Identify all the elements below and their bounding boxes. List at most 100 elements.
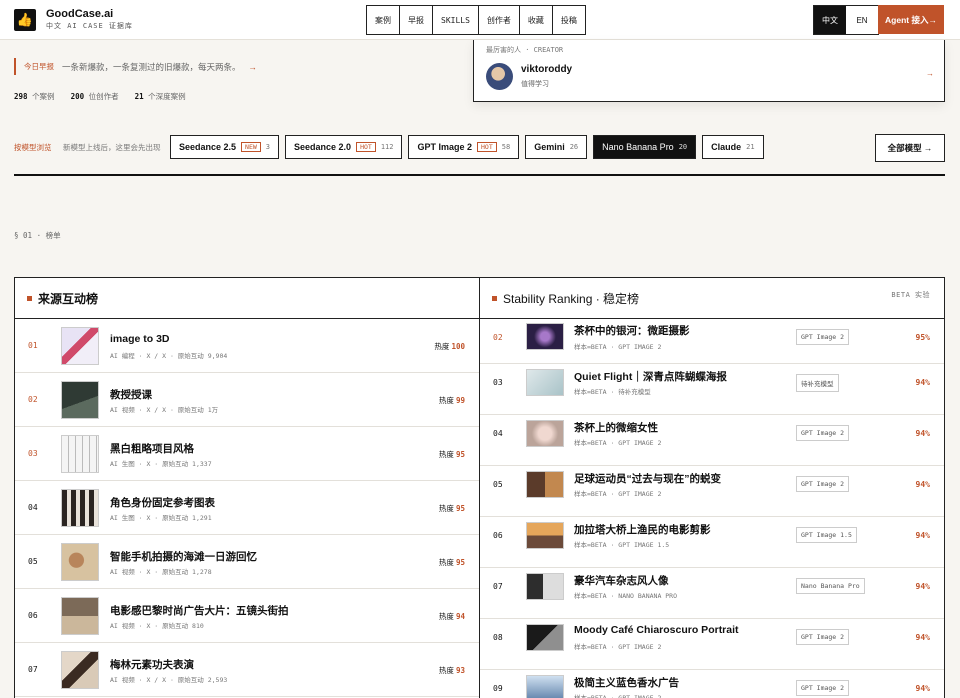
heat-label: 热度 (438, 504, 454, 513)
case-title[interactable]: image to 3D (110, 333, 170, 345)
case-thumbnail[interactable] (61, 327, 99, 365)
nav-cases[interactable]: 案例 (367, 6, 400, 34)
nav-favorites[interactable]: 收藏 (520, 6, 553, 34)
list-item[interactable]: 04 角色身份固定参考图表 AI 生图 · X · 原始互动 1,291 热度 95 (15, 481, 479, 535)
list-item[interactable]: 08 Moody Café Chiaroscuro Portrait 样本=BETA… (480, 619, 944, 670)
case-title[interactable]: Moody Café Chiaroscuro Portrait (574, 624, 739, 636)
case-thumbnail[interactable] (526, 573, 564, 600)
rank-number: 03 (493, 378, 503, 387)
list-item[interactable]: 07 梅林元素功夫表演 AI 视频 · X / X · 原始互动 2,593 热度 9… (15, 643, 479, 697)
model-chip-gemini[interactable]: Gemini 26 (525, 135, 588, 159)
case-title[interactable]: 加拉塔大桥上渔民的电影剪影 (574, 522, 711, 537)
main-nav: 案例 早报 SKILLS 创作者 收藏 投稿 (366, 5, 586, 35)
case-title[interactable]: 黑白粗略项目风格 (110, 441, 194, 456)
nav-creators[interactable]: 创作者 (479, 6, 520, 34)
case-thumbnail[interactable] (61, 651, 99, 689)
heat-label: 热度 (438, 396, 454, 405)
stat-creators: 200 位创作者 (70, 92, 119, 101)
model-tag[interactable]: GPT Image 1.5 (796, 527, 857, 543)
rank-number: 02 (28, 395, 38, 404)
list-item[interactable]: 02 茶杯中的银河：微距摄影 样本=BETA · GPT IMAGE 2 GPT Im… (480, 319, 944, 364)
stability-percent: 94% (915, 684, 930, 693)
rank-number: 05 (28, 557, 38, 566)
top-bar: 👍 GoodCase.ai 中文 AI CASE 证据库 案例 早报 SKILL… (0, 0, 960, 40)
rank-number: 07 (493, 582, 503, 591)
list-item[interactable]: 07 豪华汽车杂志风人像 样本=BETA · NANO BANANA PRO Nano… (480, 568, 944, 619)
thumbs-up-icon[interactable]: 👍 (14, 9, 36, 31)
list-item[interactable]: 03 Quiet Flight｜深青点阵蝴蝶海报 样本=BETA · 待补充模型 待补… (480, 364, 944, 415)
model-tag[interactable]: 待补充模型 (796, 374, 839, 392)
case-title[interactable]: 茶杯中的银河：微距摄影 (574, 323, 690, 338)
case-meta: AI 生图 · X · 原始互动 1,291 (110, 514, 212, 522)
model-tag[interactable]: GPT Image 2 (796, 425, 850, 441)
list-item[interactable]: 04 茶杯上的微缩女性 样本=BETA · GPT IMAGE 2 GPT Image… (480, 415, 944, 466)
brand-name[interactable]: GoodCase.ai (46, 8, 113, 20)
model-count: 58 (501, 143, 511, 151)
case-thumbnail[interactable] (61, 489, 99, 527)
model-tag[interactable]: GPT Image 2 (796, 680, 850, 696)
arrow-right-icon[interactable]: → (926, 69, 934, 78)
nav-daily[interactable]: 早报 (400, 6, 433, 34)
case-title[interactable]: 茶杯上的微缩女性 (574, 420, 658, 435)
case-title[interactable]: 教授授课 (110, 387, 152, 402)
case-thumbnail[interactable] (526, 420, 564, 447)
model-chip-seedance-2-0[interactable]: Seedance 2.0 HOT 112 (285, 135, 403, 159)
stability-percent: 94% (915, 429, 930, 438)
heat-label: 热度 (438, 666, 454, 675)
model-chip-claude[interactable]: Claude 21 (702, 135, 764, 159)
model-tag[interactable]: GPT Image 2 (796, 476, 850, 492)
case-thumbnail[interactable] (526, 522, 564, 549)
list-item[interactable]: 01 image to 3D AI 编程 · X / X · 原始互动 9,904 热… (15, 319, 479, 373)
case-thumbnail[interactable] (526, 369, 564, 396)
daily-brief[interactable]: 今日早报 一条新爆款，一条复测过的旧爆款，每天两条。 → (14, 58, 257, 75)
heat-label: 热度 (438, 612, 454, 621)
model-tag[interactable]: GPT Image 2 (796, 629, 850, 645)
case-thumbnail[interactable] (61, 597, 99, 635)
list-item[interactable]: 02 教授授课 AI 视频 · X / X · 原始互动 1万 热度 99 (15, 373, 479, 427)
case-thumbnail[interactable] (61, 381, 99, 419)
heat-score: 热度 95 (439, 557, 465, 568)
case-title[interactable]: 电影感巴黎时尚广告大片：五镜头街拍 (110, 603, 289, 618)
lang-zh[interactable]: 中文 (814, 6, 846, 34)
list-item[interactable]: 05 足球运动员“过去与现在”的蜕变 样本=BETA · GPT IMAGE 2 GP… (480, 466, 944, 517)
model-chip-gpt-image-2[interactable]: GPT Image 2 HOT 58 (408, 135, 520, 159)
case-thumbnail[interactable] (526, 675, 564, 698)
model-tag[interactable]: Nano Banana Pro (796, 578, 865, 594)
case-title[interactable]: 智能手机拍摄的海滩一日游回忆 (110, 549, 257, 564)
list-item[interactable]: 03 黑白粗略项目风格 AI 生图 · X · 原始互动 1,337 热度 95 (15, 427, 479, 481)
case-title[interactable]: 豪华汽车杂志风人像 (574, 573, 669, 588)
rank-number: 09 (493, 684, 503, 693)
case-title[interactable]: 角色身份固定参考图表 (110, 495, 215, 510)
case-title[interactable]: Quiet Flight｜深青点阵蝴蝶海报 (574, 369, 727, 384)
all-models-button[interactable]: 全部模型 → (875, 134, 945, 162)
case-title[interactable]: 梅林元素功夫表演 (110, 657, 194, 672)
nav-skills[interactable]: SKILLS (433, 6, 479, 34)
creator-name[interactable]: viktoroddy (521, 64, 572, 75)
heat-value: 93 (455, 666, 465, 675)
model-tag[interactable]: GPT Image 2 (796, 329, 850, 345)
agent-connect-button[interactable]: Agent 接入→ (878, 5, 944, 34)
list-item[interactable]: 06 加拉塔大桥上渔民的电影剪影 样本=BETA · GPT IMAGE 1.5 GP… (480, 517, 944, 568)
model-chip-seedance-2-5[interactable]: Seedance 2.5 NEW 3 (170, 135, 280, 159)
case-thumbnail[interactable] (526, 471, 564, 498)
case-thumbnail[interactable] (61, 435, 99, 473)
case-title[interactable]: 足球运动员“过去与现在”的蜕变 (574, 471, 721, 486)
creator-card[interactable]: 最厉害的人 · CREATOR viktoroddy 值得学习 → (473, 40, 945, 102)
case-title[interactable]: 极简主义蓝色香水广告 (574, 675, 679, 690)
case-thumbnail[interactable] (61, 543, 99, 581)
case-thumbnail[interactable] (526, 323, 564, 350)
square-bullet-icon (27, 295, 32, 301)
case-thumbnail[interactable] (526, 624, 564, 651)
panel-header: 来源互动榜 (15, 278, 479, 319)
list-item[interactable]: 06 电影感巴黎时尚广告大片：五镜头街拍 AI 视频 · X · 原始互动 810 热… (15, 589, 479, 643)
lang-en[interactable]: EN (846, 6, 878, 34)
heat-value: 95 (455, 450, 465, 459)
list-item[interactable]: 05 智能手机拍摄的海滩一日游回忆 AI 视频 · X · 原始互动 1,278 热度… (15, 535, 479, 589)
stability-percent: 94% (915, 480, 930, 489)
model-chip-nano-banana-pro[interactable]: Nano Banana Pro 20 (593, 135, 697, 159)
nav-submit[interactable]: 投稿 (553, 6, 585, 34)
heat-value: 100 (451, 342, 465, 351)
list-item[interactable]: 09 极简主义蓝色香水广告 样本=BETA · GPT IMAGE 2 GPT Ima… (480, 670, 944, 698)
panel-title: Stability Ranking · 稳定榜 (503, 291, 640, 306)
case-meta: 样本=BETA · GPT IMAGE 2 (574, 343, 662, 351)
